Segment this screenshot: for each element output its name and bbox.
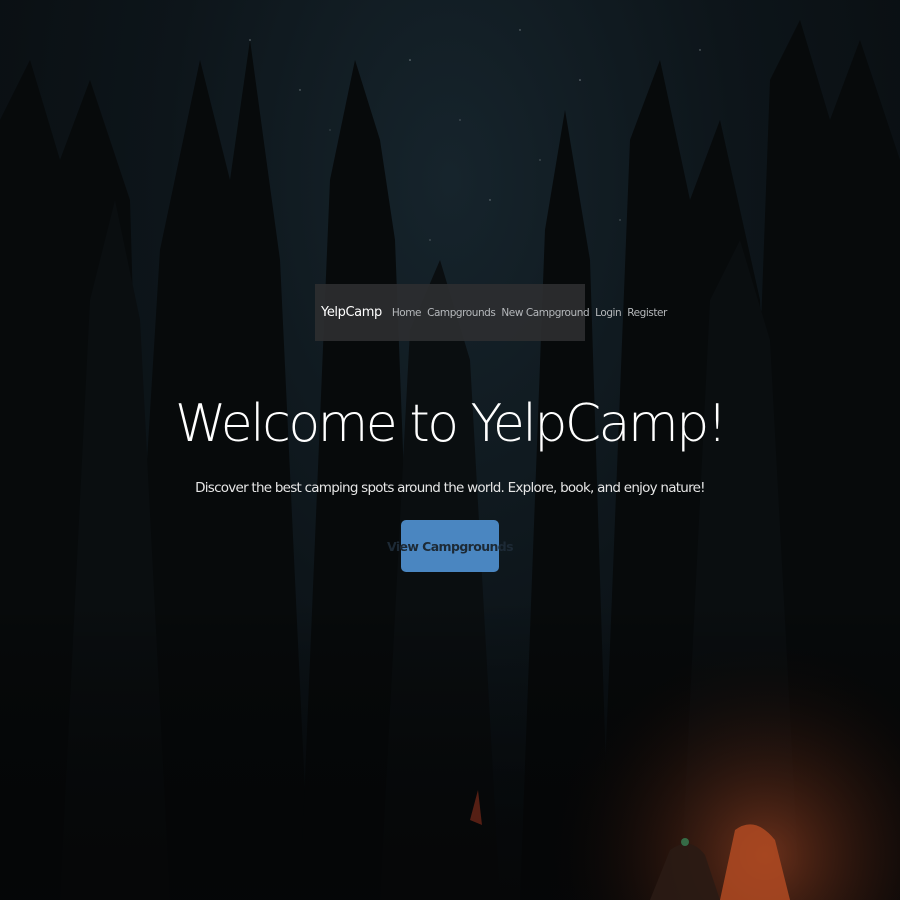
hero-title: Welcome to YelpCamp! [174,394,728,454]
nav-link-register[interactable]: Register [627,307,667,319]
view-campgrounds-button[interactable]: View Campgrounds [387,520,514,572]
hero-content: YelpCamp Home Campgrounds New Campground… [0,0,900,900]
hero-subtitle: Discover the best camping spots around t… [195,480,705,496]
nav-link-campgrounds[interactable]: Campgrounds [427,307,496,319]
navbar: YelpCamp Home Campgrounds New Campground… [315,284,667,341]
hero-section: YelpCamp Home Campgrounds New Campground… [0,0,900,900]
brand-link[interactable]: YelpCamp [321,305,382,320]
nav-link-home[interactable]: Home [392,307,422,319]
nav-link-login[interactable]: Login [595,307,622,319]
nav-link-new-campground[interactable]: New Campground [501,307,589,319]
